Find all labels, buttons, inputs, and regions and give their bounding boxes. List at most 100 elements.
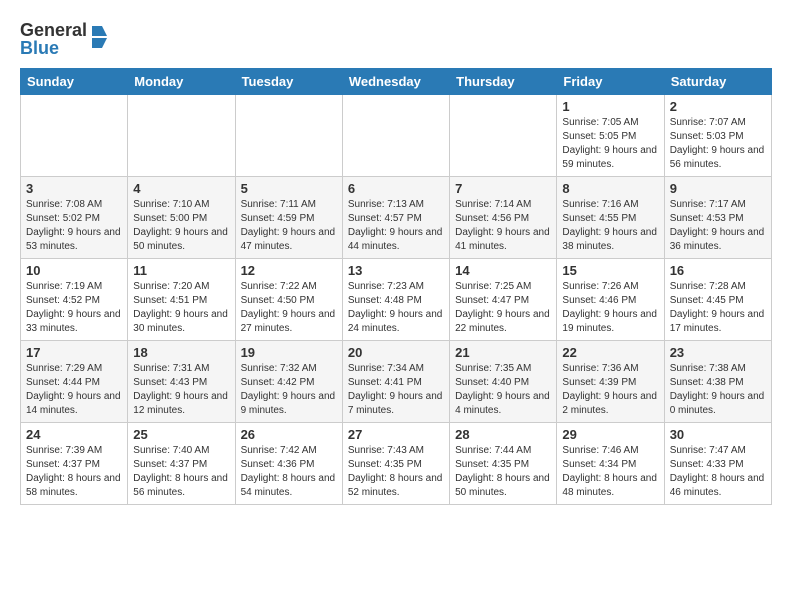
day-number: 22 xyxy=(562,345,658,360)
day-number: 6 xyxy=(348,181,444,196)
day-info: Sunrise: 7:26 AM Sunset: 4:46 PM Dayligh… xyxy=(562,280,658,336)
day-number: 21 xyxy=(455,345,551,360)
day-cell: 30 Sunrise: 7:47 AM Sunset: 4:33 PM Dayli… xyxy=(664,423,771,505)
day-info: Sunrise: 7:23 AM Sunset: 4:48 PM Dayligh… xyxy=(348,280,444,336)
day-info: Sunrise: 7:47 AM Sunset: 4:33 PM Dayligh… xyxy=(670,444,766,500)
day-number: 12 xyxy=(241,263,337,278)
svg-text:Blue: Blue xyxy=(20,38,59,58)
day-number: 4 xyxy=(133,181,229,196)
week-row-1: 1 Sunrise: 7:05 AM Sunset: 5:05 PM Daylig… xyxy=(21,95,772,177)
header-friday: Friday xyxy=(557,69,664,95)
day-number: 11 xyxy=(133,263,229,278)
day-cell: 15 Sunrise: 7:26 AM Sunset: 4:46 PM Dayli… xyxy=(557,259,664,341)
header-tuesday: Tuesday xyxy=(235,69,342,95)
day-info: Sunrise: 7:39 AM Sunset: 4:37 PM Dayligh… xyxy=(26,444,122,500)
day-cell: 21 Sunrise: 7:35 AM Sunset: 4:40 PM Dayli… xyxy=(450,341,557,423)
day-number: 15 xyxy=(562,263,658,278)
day-info: Sunrise: 7:08 AM Sunset: 5:02 PM Dayligh… xyxy=(26,198,122,254)
day-cell xyxy=(342,95,449,177)
day-info: Sunrise: 7:36 AM Sunset: 4:39 PM Dayligh… xyxy=(562,362,658,418)
day-info: Sunrise: 7:42 AM Sunset: 4:36 PM Dayligh… xyxy=(241,444,337,500)
day-info: Sunrise: 7:22 AM Sunset: 4:50 PM Dayligh… xyxy=(241,280,337,336)
day-cell: 26 Sunrise: 7:42 AM Sunset: 4:36 PM Dayli… xyxy=(235,423,342,505)
week-row-4: 17Sunrise: 7:29 AM Sunset: 4:44 PM Dayli… xyxy=(21,341,772,423)
day-number: 27 xyxy=(348,427,444,442)
day-cell: 24 Sunrise: 7:39 AM Sunset: 4:37 PM Dayli… xyxy=(21,423,128,505)
day-info: Sunrise: 7:20 AM Sunset: 4:51 PM Dayligh… xyxy=(133,280,229,336)
day-number: 7 xyxy=(455,181,551,196)
day-info: Sunrise: 7:35 AM Sunset: 4:40 PM Dayligh… xyxy=(455,362,551,418)
day-info: Sunrise: 7:28 AM Sunset: 4:45 PM Dayligh… xyxy=(670,280,766,336)
day-cell: 19 Sunrise: 7:32 AM Sunset: 4:42 PM Dayli… xyxy=(235,341,342,423)
day-info: Sunrise: 7:17 AM Sunset: 4:53 PM Dayligh… xyxy=(670,198,766,254)
day-number: 17 xyxy=(26,345,122,360)
day-info: Sunrise: 7:32 AM Sunset: 4:42 PM Dayligh… xyxy=(241,362,337,418)
day-cell: 17Sunrise: 7:29 AM Sunset: 4:44 PM Dayli… xyxy=(21,341,128,423)
day-info: Sunrise: 7:14 AM Sunset: 4:56 PM Dayligh… xyxy=(455,198,551,254)
day-number: 3 xyxy=(26,181,122,196)
day-number: 5 xyxy=(241,181,337,196)
day-info: Sunrise: 7:25 AM Sunset: 4:47 PM Dayligh… xyxy=(455,280,551,336)
header-sunday: Sunday xyxy=(21,69,128,95)
svg-text:General: General xyxy=(20,20,87,40)
day-number: 10 xyxy=(26,263,122,278)
day-info: Sunrise: 7:46 AM Sunset: 4:34 PM Dayligh… xyxy=(562,444,658,500)
day-info: Sunrise: 7:44 AM Sunset: 4:35 PM Dayligh… xyxy=(455,444,551,500)
day-cell: 9 Sunrise: 7:17 AM Sunset: 4:53 PM Daylig… xyxy=(664,177,771,259)
day-number: 18 xyxy=(133,345,229,360)
day-info: Sunrise: 7:40 AM Sunset: 4:37 PM Dayligh… xyxy=(133,444,229,500)
day-number: 2 xyxy=(670,99,766,114)
day-info: Sunrise: 7:07 AM Sunset: 5:03 PM Dayligh… xyxy=(670,116,766,172)
day-number: 20 xyxy=(348,345,444,360)
day-number: 1 xyxy=(562,99,658,114)
day-number: 26 xyxy=(241,427,337,442)
day-cell: 11 Sunrise: 7:20 AM Sunset: 4:51 PM Dayli… xyxy=(128,259,235,341)
day-number: 19 xyxy=(241,345,337,360)
day-cell: 18 Sunrise: 7:31 AM Sunset: 4:43 PM Dayli… xyxy=(128,341,235,423)
day-cell: 6 Sunrise: 7:13 AM Sunset: 4:57 PM Daylig… xyxy=(342,177,449,259)
day-cell: 25 Sunrise: 7:40 AM Sunset: 4:37 PM Dayli… xyxy=(128,423,235,505)
logo-icon: General Blue xyxy=(20,16,110,60)
day-info: Sunrise: 7:31 AM Sunset: 4:43 PM Dayligh… xyxy=(133,362,229,418)
week-row-2: 3 Sunrise: 7:08 AM Sunset: 5:02 PM Daylig… xyxy=(21,177,772,259)
day-info: Sunrise: 7:19 AM Sunset: 4:52 PM Dayligh… xyxy=(26,280,122,336)
day-cell: 5 Sunrise: 7:11 AM Sunset: 4:59 PM Daylig… xyxy=(235,177,342,259)
day-number: 13 xyxy=(348,263,444,278)
day-number: 25 xyxy=(133,427,229,442)
day-info: Sunrise: 7:16 AM Sunset: 4:55 PM Dayligh… xyxy=(562,198,658,254)
day-cell xyxy=(235,95,342,177)
day-cell: 12 Sunrise: 7:22 AM Sunset: 4:50 PM Dayli… xyxy=(235,259,342,341)
logo: General Blue xyxy=(20,16,110,60)
day-number: 30 xyxy=(670,427,766,442)
header-thursday: Thursday xyxy=(450,69,557,95)
day-number: 8 xyxy=(562,181,658,196)
day-number: 28 xyxy=(455,427,551,442)
week-row-5: 24 Sunrise: 7:39 AM Sunset: 4:37 PM Dayli… xyxy=(21,423,772,505)
day-cell xyxy=(450,95,557,177)
day-info: Sunrise: 7:05 AM Sunset: 5:05 PM Dayligh… xyxy=(562,116,658,172)
day-info: Sunrise: 7:38 AM Sunset: 4:38 PM Dayligh… xyxy=(670,362,766,418)
day-info: Sunrise: 7:11 AM Sunset: 4:59 PM Dayligh… xyxy=(241,198,337,254)
day-cell: 4 Sunrise: 7:10 AM Sunset: 5:00 PM Daylig… xyxy=(128,177,235,259)
day-cell xyxy=(128,95,235,177)
day-cell: 20Sunrise: 7:34 AM Sunset: 4:41 PM Dayli… xyxy=(342,341,449,423)
day-cell: 2 Sunrise: 7:07 AM Sunset: 5:03 PM Daylig… xyxy=(664,95,771,177)
day-info: Sunrise: 7:13 AM Sunset: 4:57 PM Dayligh… xyxy=(348,198,444,254)
day-info: Sunrise: 7:43 AM Sunset: 4:35 PM Dayligh… xyxy=(348,444,444,500)
day-cell: 23Sunrise: 7:38 AM Sunset: 4:38 PM Dayli… xyxy=(664,341,771,423)
day-info: Sunrise: 7:10 AM Sunset: 5:00 PM Dayligh… xyxy=(133,198,229,254)
day-cell xyxy=(21,95,128,177)
day-number: 9 xyxy=(670,181,766,196)
day-cell: 16 Sunrise: 7:28 AM Sunset: 4:45 PM Dayli… xyxy=(664,259,771,341)
day-number: 29 xyxy=(562,427,658,442)
day-cell: 29 Sunrise: 7:46 AM Sunset: 4:34 PM Dayli… xyxy=(557,423,664,505)
day-cell: 22 Sunrise: 7:36 AM Sunset: 4:39 PM Dayli… xyxy=(557,341,664,423)
day-cell: 10 Sunrise: 7:19 AM Sunset: 4:52 PM Dayli… xyxy=(21,259,128,341)
header-wednesday: Wednesday xyxy=(342,69,449,95)
day-cell: 13 Sunrise: 7:23 AM Sunset: 4:48 PM Dayli… xyxy=(342,259,449,341)
day-number: 16 xyxy=(670,263,766,278)
day-number: 24 xyxy=(26,427,122,442)
day-cell: 1 Sunrise: 7:05 AM Sunset: 5:05 PM Daylig… xyxy=(557,95,664,177)
header-saturday: Saturday xyxy=(664,69,771,95)
day-cell: 7 Sunrise: 7:14 AM Sunset: 4:56 PM Daylig… xyxy=(450,177,557,259)
